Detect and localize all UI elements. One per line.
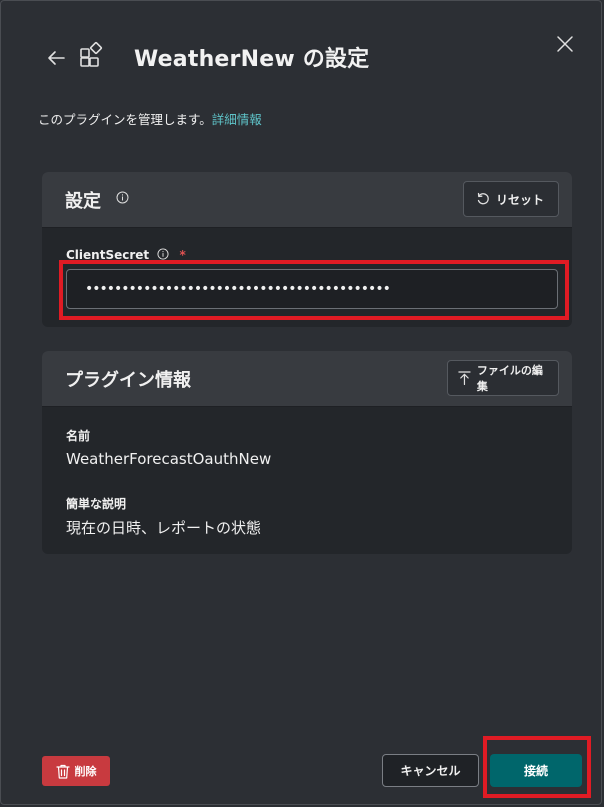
edit-file-button[interactable]: ファイルの編集 — [447, 360, 559, 396]
close-button[interactable] — [555, 34, 575, 54]
name-value: WeatherForecastOauthNew — [66, 450, 272, 468]
cancel-label: キャンセル — [400, 764, 461, 778]
client-secret-label: ClientSecret * — [66, 248, 186, 262]
plugin-icon-wrap — [79, 41, 105, 67]
plugin-settings-dialog: WeatherNew の設定 このプラグインを管理します。詳細情報 設定 リセッ… — [0, 0, 602, 805]
arrow-left-icon — [48, 51, 65, 65]
required-mark: * — [179, 248, 186, 262]
settings-card-header: 設定 リセット — [42, 172, 572, 228]
short-description-value: 現在の日時、レポートの状態 — [66, 519, 262, 537]
trash-icon — [55, 764, 70, 779]
puzzle-blocks-icon — [80, 41, 103, 67]
connect-button[interactable]: 接続 — [490, 754, 582, 787]
delete-button[interactable]: 削除 — [42, 756, 110, 786]
plugin-info-title: プラグイン情報 — [65, 370, 191, 391]
learn-more-link[interactable]: 詳細情報 — [212, 112, 262, 127]
plugin-info-card-header: プラグイン情報 ファイルの編集 — [42, 351, 572, 407]
client-secret-label-text: ClientSecret — [66, 248, 150, 262]
edit-file-label: ファイルの編集 — [476, 364, 543, 393]
plugin-info-card: プラグイン情報 ファイルの編集 名前 WeatherForecastOauthN… — [42, 351, 572, 554]
dialog-title: WeatherNew の設定 — [134, 47, 370, 72]
description-text: このプラグインを管理します。 — [38, 112, 212, 127]
upload-icon — [458, 371, 471, 386]
cancel-button[interactable]: キャンセル — [382, 754, 479, 787]
settings-title: 設定 — [65, 191, 101, 212]
short-description-label: 簡単な説明 — [66, 497, 127, 511]
client-secret-input[interactable] — [66, 269, 558, 309]
reset-label: リセット — [496, 192, 545, 207]
name-label: 名前 — [66, 429, 91, 443]
reset-button[interactable]: リセット — [463, 181, 559, 217]
reset-icon — [477, 192, 489, 205]
delete-label: 削除 — [74, 765, 97, 778]
back-button[interactable] — [45, 47, 67, 69]
info-icon[interactable] — [116, 191, 129, 204]
info-icon[interactable] — [157, 248, 169, 260]
close-icon — [557, 36, 573, 52]
connect-label: 接続 — [523, 764, 548, 778]
dialog-description: このプラグインを管理します。詳細情報 — [38, 109, 262, 128]
